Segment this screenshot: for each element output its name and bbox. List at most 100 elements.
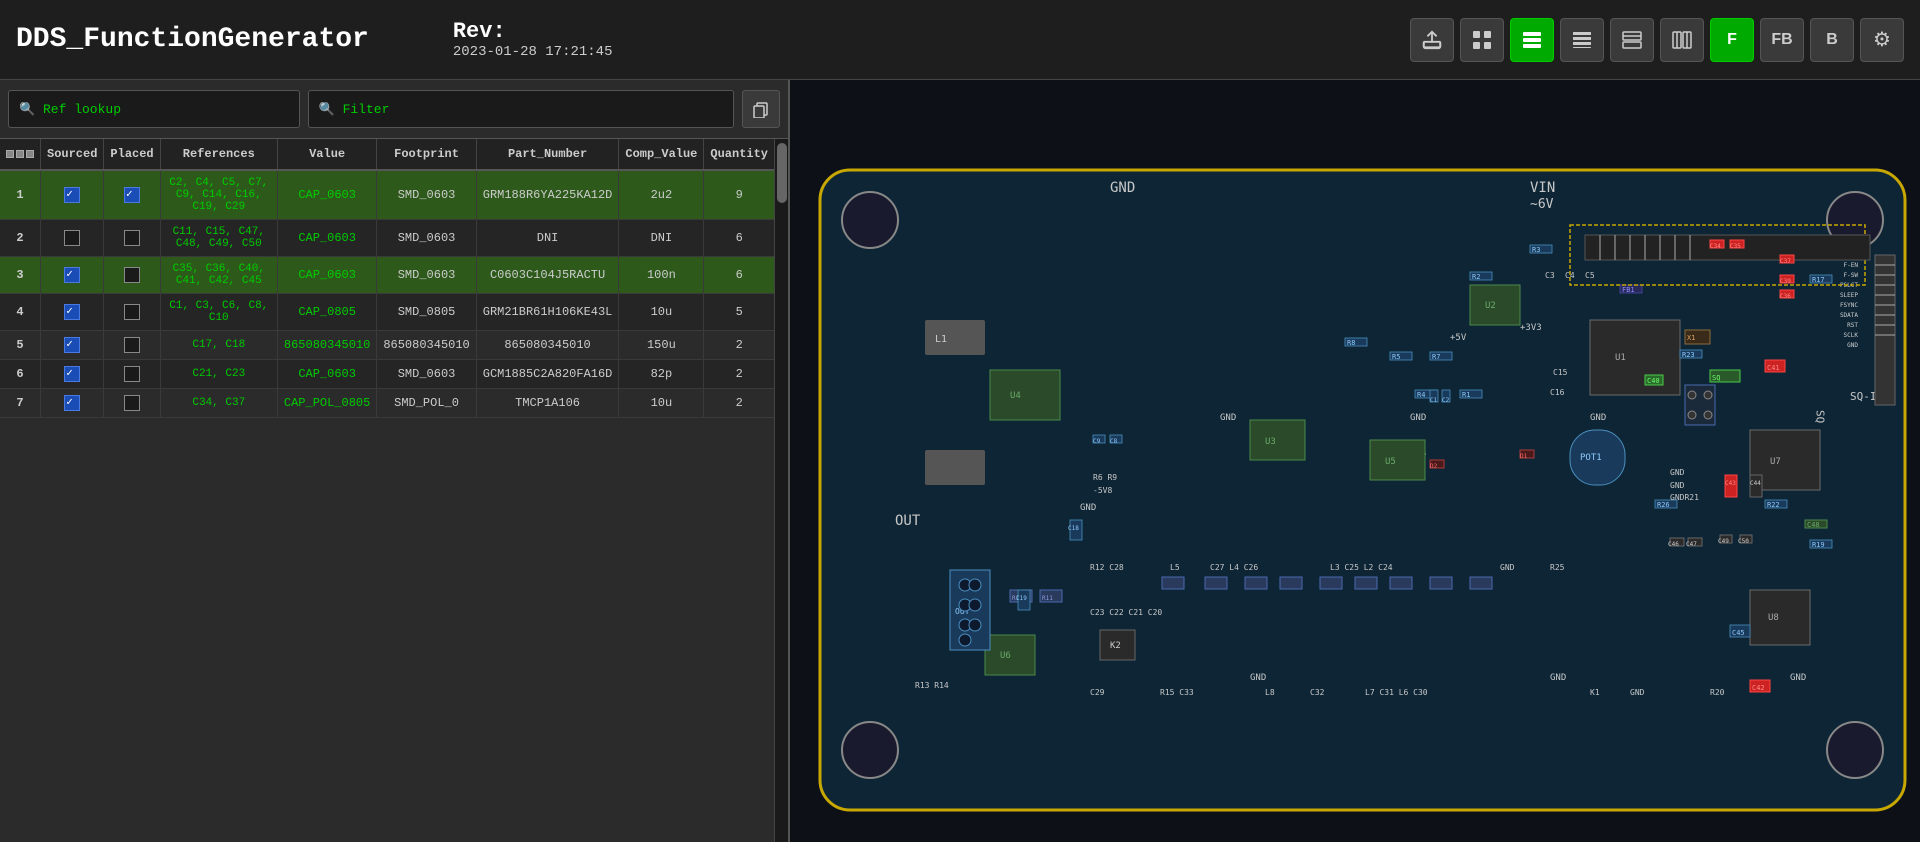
svg-text:D2: D2 (1430, 463, 1438, 470)
placed-checkbox[interactable] (124, 395, 140, 411)
references-cell: C11, C15, C47, C48, C49, C50 (160, 220, 277, 257)
sourced-checkbox[interactable] (64, 230, 80, 246)
sourced-checkbox[interactable] (64, 337, 80, 353)
list-view-button[interactable] (1510, 18, 1554, 62)
sourced-checkbox[interactable] (64, 187, 80, 203)
split-view2-button[interactable] (1660, 18, 1704, 62)
front-back-button[interactable]: FB (1760, 18, 1804, 62)
svg-text:C41: C41 (1767, 364, 1780, 372)
back-layer-button[interactable]: B (1810, 18, 1854, 62)
comp-value-cell: 100n (619, 257, 704, 294)
svg-text:U4: U4 (1010, 391, 1021, 401)
svg-text:SDATA: SDATA (1840, 312, 1858, 319)
table-row[interactable]: 7 C34, C37 CAP_POL_0805 SMD_POL_0 TMCP1A… (0, 389, 774, 418)
placed-checkbox[interactable] (124, 230, 140, 246)
references-cell: C2, C4, C5, C7, C9, C14, C16, C19, C29 (160, 170, 277, 220)
svg-text:U5: U5 (1385, 457, 1396, 467)
svg-text:R13 R14: R13 R14 (915, 681, 949, 690)
table-row[interactable]: 4 C1, C3, C6, C8, C10 CAP_0805 SMD_0805 … (0, 294, 774, 331)
footprint-cell: SMD_0805 (377, 294, 476, 331)
sourced-cell[interactable] (41, 257, 104, 294)
svg-text:K1: K1 (1590, 688, 1600, 697)
front-layer-button[interactable]: F (1710, 18, 1754, 62)
svg-text:C40: C40 (1647, 377, 1660, 385)
row-number: 6 (0, 360, 41, 389)
svg-text:-5V8: -5V8 (1093, 486, 1112, 495)
placed-cell[interactable] (104, 257, 160, 294)
table-row[interactable]: 3 C35, C36, C40, C41, C42, C45 CAP_0603 … (0, 257, 774, 294)
svg-text:F-SW: F-SW (1844, 272, 1859, 279)
bom-table-wrapper[interactable]: Sourced Placed References Value Footprin… (0, 139, 774, 842)
svg-text:C27 L4 C26: C27 L4 C26 (1210, 563, 1258, 572)
sourced-checkbox[interactable] (64, 395, 80, 411)
value-cell: CAP_0805 (277, 294, 376, 331)
col-comp-value: Comp_Value (619, 139, 704, 170)
sourced-cell[interactable] (41, 331, 104, 360)
ref-lookup-input[interactable] (8, 90, 300, 128)
references-cell: C1, C3, C6, C8, C10 (160, 294, 277, 331)
comp-value-cell: 10u (619, 294, 704, 331)
table-row[interactable]: 1 C2, C4, C5, C7, C9, C14, C16, C19, C29… (0, 170, 774, 220)
placed-cell[interactable] (104, 331, 160, 360)
col-sourced: Sourced (41, 139, 104, 170)
vertical-scrollbar[interactable] (774, 139, 788, 842)
value-cell: CAP_0603 (277, 360, 376, 389)
svg-text:GND: GND (1250, 673, 1266, 683)
table-row[interactable]: 5 C17, C18 865080345010 865080345010 865… (0, 331, 774, 360)
col-part-number: Part_Number (476, 139, 619, 170)
svg-text:C3: C3 (1545, 271, 1555, 280)
svg-text:R7: R7 (1432, 353, 1440, 361)
placed-checkbox[interactable] (124, 337, 140, 353)
placed-checkbox[interactable] (124, 366, 140, 382)
placed-checkbox[interactable] (124, 267, 140, 283)
placed-checkbox[interactable] (124, 304, 140, 320)
svg-text:GND: GND (1080, 503, 1096, 513)
sourced-checkbox[interactable] (64, 267, 80, 283)
settings-button[interactable]: ⚙ (1860, 18, 1904, 62)
upload-button[interactable] (1410, 18, 1454, 62)
svg-text:C42: C42 (1752, 684, 1765, 692)
svg-text:C9: C9 (1093, 438, 1101, 445)
quantity-cell: 2 (704, 360, 774, 389)
svg-text:L5: L5 (1170, 563, 1180, 572)
scroll-thumb[interactable] (777, 143, 787, 203)
grid-view-button[interactable] (1460, 18, 1504, 62)
placed-checkbox[interactable] (124, 187, 140, 203)
sourced-cell[interactable] (41, 294, 104, 331)
footprint-cell: SMD_POL_0 (377, 389, 476, 418)
placed-cell[interactable] (104, 389, 160, 418)
toolbar: F FB B ⚙ (1410, 18, 1904, 62)
pcb-view[interactable]: GND VIN ~6V SQ SQ-IN OUT GND GND GND GND… (790, 80, 1920, 842)
split-view1-button[interactable] (1610, 18, 1654, 62)
filter-input[interactable] (308, 90, 734, 128)
sourced-cell[interactable] (41, 389, 104, 418)
svg-text:R12 C28: R12 C28 (1090, 563, 1124, 572)
copy-button[interactable] (742, 90, 780, 128)
svg-text:R3: R3 (1532, 246, 1540, 254)
svg-text:R2: R2 (1472, 273, 1480, 281)
table-row[interactable]: 6 C21, C23 CAP_0603 SMD_0603 GCM1885C2A8… (0, 360, 774, 389)
svg-text:L8: L8 (1265, 688, 1275, 697)
table-row[interactable]: 2 C11, C15, C47, C48, C49, C50 CAP_0603 … (0, 220, 774, 257)
placed-cell[interactable] (104, 220, 160, 257)
col-placed: Placed (104, 139, 160, 170)
svg-text:GND: GND (1790, 673, 1806, 683)
sourced-checkbox[interactable] (64, 304, 80, 320)
placed-cell[interactable] (104, 360, 160, 389)
placed-cell[interactable] (104, 170, 160, 220)
svg-text:C36: C36 (1780, 293, 1791, 300)
quantity-cell: 6 (704, 220, 774, 257)
left-panel: Sourced Placed References Value Footprin… (0, 80, 790, 842)
placed-cell[interactable] (104, 294, 160, 331)
quantity-cell: 5 (704, 294, 774, 331)
row-number: 4 (0, 294, 41, 331)
svg-text:FB1: FB1 (1622, 286, 1635, 294)
sourced-cell[interactable] (41, 170, 104, 220)
quantity-cell: 6 (704, 257, 774, 294)
compact-list-button[interactable] (1560, 18, 1604, 62)
sourced-checkbox[interactable] (64, 366, 80, 382)
sourced-cell[interactable] (41, 220, 104, 257)
part-number-cell: GCM1885C2A820FA16D (476, 360, 619, 389)
svg-text:SCLK: SCLK (1844, 332, 1859, 339)
sourced-cell[interactable] (41, 360, 104, 389)
